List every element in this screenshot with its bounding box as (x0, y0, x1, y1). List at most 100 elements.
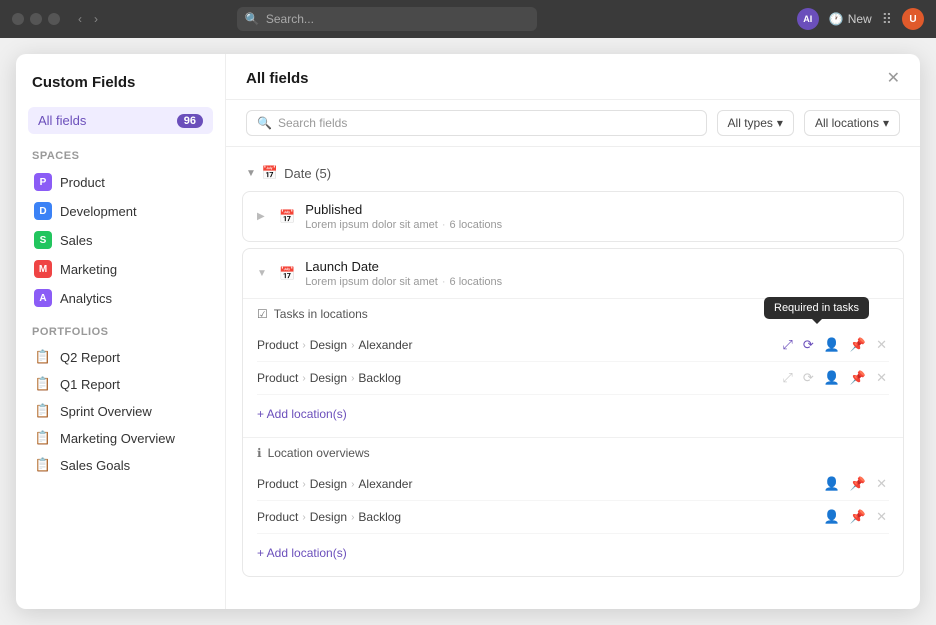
path-arrow-5: › (302, 479, 305, 490)
analytics-label: Analytics (60, 291, 112, 306)
location-overviews-section: ℹ Location overviews Product › Design › … (243, 437, 903, 576)
search-fields-icon: 🔍 (257, 116, 272, 130)
task-location-row-1: Required in tasks Product › Design › Ale… (257, 329, 889, 362)
product-label: Product (60, 175, 105, 190)
main-content: Custom Fields All fields 96 Spaces P Pro… (0, 38, 936, 625)
traffic-light-maximize[interactable] (48, 13, 60, 25)
overview-location-path-1: Product › Design › Alexander (257, 477, 822, 491)
forward-arrow[interactable]: › (90, 10, 102, 28)
pin-icon-1[interactable]: 📌 (848, 335, 868, 355)
pin-icon-3[interactable]: 📌 (848, 474, 868, 494)
date-group-header[interactable]: ▼ 📅 Date (5) (242, 159, 904, 187)
published-description: Lorem ipsum dolor sit amet (305, 219, 438, 231)
add-overview-location-label: + Add location(s) (257, 546, 347, 560)
global-search-label: Search... (266, 12, 314, 26)
field-row-published[interactable]: ▶ 📅 Published Lorem ipsum dolor sit amet… (243, 192, 903, 241)
all-fields-button[interactable]: All fields 96 (28, 107, 213, 134)
add-overview-location-button[interactable]: + Add location(s) (257, 542, 889, 564)
field-card-launch-date: ▼ 📅 Launch Date Lorem ipsum dolor sit am… (242, 248, 904, 577)
portfolio-icon-sprint: 📋 (34, 403, 52, 419)
back-arrow[interactable]: ‹ (74, 10, 86, 28)
add-task-location-button[interactable]: + Add location(s) (257, 403, 889, 425)
sidebar-item-q1-report[interactable]: 📋 Q1 Report (28, 371, 213, 397)
field-card-published: ▶ 📅 Published Lorem ipsum dolor sit amet… (242, 191, 904, 242)
sprint-overview-label: Sprint Overview (60, 404, 152, 419)
filters-row: 🔍 Search fields All types ▾ All location… (226, 100, 920, 147)
filter-types-button[interactable]: All types ▾ (717, 110, 794, 136)
remove-icon-4[interactable]: ✕ (874, 507, 889, 527)
main-panel: All fields ✕ 🔍 Search fields All types ▾… (226, 54, 920, 609)
date-group-chevron: ▼ (246, 168, 256, 179)
all-fields-count: 96 (177, 114, 203, 128)
marketing-icon: M (34, 260, 52, 278)
field-row-launch-date[interactable]: ▼ 📅 Launch Date Lorem ipsum dolor sit am… (243, 249, 903, 298)
sidebar-item-analytics[interactable]: A Analytics (28, 284, 213, 312)
development-icon: D (34, 202, 52, 220)
date-group-label: Date (5) (284, 166, 331, 181)
chevron-down-icon-2: ▾ (883, 116, 889, 130)
published-field-meta: Lorem ipsum dolor sit amet · 6 locations (305, 219, 889, 231)
search-fields-input[interactable]: 🔍 Search fields (246, 110, 707, 136)
task-location-actions-2: ⤢ ⟳ 👤 📌 ✕ (780, 368, 889, 388)
ai-badge[interactable]: AI (797, 8, 819, 30)
path-arrow: › (302, 340, 305, 351)
sidebar-item-marketing[interactable]: M Marketing (28, 255, 213, 283)
launch-date-field-meta: Lorem ipsum dolor sit amet · 6 locations (305, 276, 889, 288)
sidebar-item-development[interactable]: D Development (28, 197, 213, 225)
user-icon-2[interactable]: 👤 (822, 368, 842, 388)
path-arrow-4: › (351, 373, 354, 384)
remove-icon-3[interactable]: ✕ (874, 474, 889, 494)
sidebar-item-sales[interactable]: S Sales (28, 226, 213, 254)
remove-icon-1[interactable]: ✕ (874, 335, 889, 355)
traffic-light-close[interactable] (12, 13, 24, 25)
analytics-icon: A (34, 289, 52, 307)
sidebar-item-sprint-overview[interactable]: 📋 Sprint Overview (28, 398, 213, 424)
panel-title: All fields (246, 70, 309, 87)
all-fields-label: All fields (38, 113, 86, 128)
spaces-section-label: Spaces (28, 150, 213, 162)
sidebar-item-sales-goals[interactable]: 📋 Sales Goals (28, 452, 213, 478)
tooltip-text: Required in tasks (774, 302, 859, 314)
external-link-icon-2[interactable]: ⤢ (780, 368, 794, 388)
sidebar: Custom Fields All fields 96 Spaces P Pro… (16, 54, 226, 609)
sidebar-item-product[interactable]: P Product (28, 168, 213, 196)
sidebar-item-q2-report[interactable]: 📋 Q2 Report (28, 344, 213, 370)
sync-icon-1[interactable]: ⟳ (801, 335, 816, 355)
remove-icon-2[interactable]: ✕ (874, 368, 889, 388)
traffic-light-minimize[interactable] (30, 13, 42, 25)
required-in-tasks-tooltip: Required in tasks (764, 297, 869, 319)
path-arrow-8: › (351, 512, 354, 523)
user-icon-4[interactable]: 👤 (822, 507, 842, 527)
filter-locations-label: All locations (815, 116, 879, 130)
close-button[interactable]: ✕ (887, 71, 900, 87)
pin-icon-2[interactable]: 📌 (848, 368, 868, 388)
nav-arrows: ‹ › (74, 10, 102, 28)
published-field-name: Published (305, 202, 889, 217)
info-icon: ℹ (257, 446, 262, 460)
task-location-actions-1: ⤢ ⟳ 👤 📌 ✕ (780, 335, 889, 355)
fields-list: ▼ 📅 Date (5) ▶ 📅 Published Lorem ipsum d… (226, 147, 920, 609)
overviews-header: ℹ Location overviews (257, 446, 889, 460)
global-search-bar[interactable]: 🔍 Search... (237, 7, 537, 31)
filter-types-label: All types (728, 116, 773, 130)
new-button[interactable]: 🕐 New (829, 12, 872, 26)
sales-goals-label: Sales Goals (60, 458, 130, 473)
avatar[interactable]: U (902, 8, 924, 30)
chevron-down-icon: ▾ (777, 116, 783, 130)
user-icon-1[interactable]: 👤 (822, 335, 842, 355)
filter-locations-button[interactable]: All locations ▾ (804, 110, 900, 136)
portfolio-icon-sales: 📋 (34, 457, 52, 473)
field-info-launch-date: Launch Date Lorem ipsum dolor sit amet ·… (305, 259, 889, 288)
sync-icon-2[interactable]: ⟳ (801, 368, 816, 388)
overview-location-actions-1: 👤 📌 ✕ (822, 474, 889, 494)
external-link-icon-1[interactable]: ⤢ (780, 335, 794, 355)
sidebar-item-marketing-overview[interactable]: 📋 Marketing Overview (28, 425, 213, 451)
overviews-title: Location overviews (268, 446, 370, 460)
clock-icon: 🕐 (829, 12, 844, 26)
pin-icon-4[interactable]: 📌 (848, 507, 868, 527)
tasks-section-title: Tasks in locations (274, 307, 368, 321)
user-icon-3[interactable]: 👤 (822, 474, 842, 494)
grid-icon[interactable]: ⠿ (882, 11, 892, 28)
portfolio-icon-q1: 📋 (34, 376, 52, 392)
launch-date-field-name: Launch Date (305, 259, 889, 274)
